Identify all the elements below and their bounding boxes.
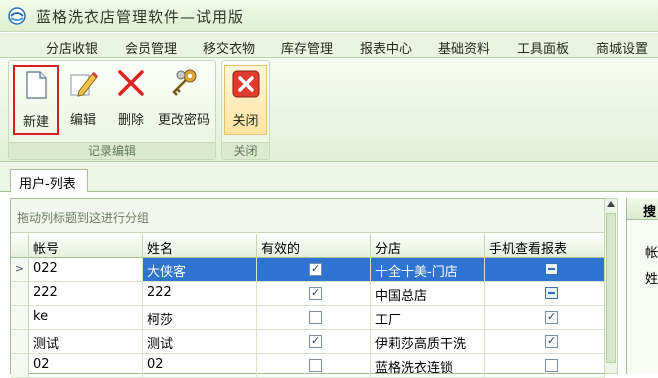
new-document-icon	[26, 71, 47, 99]
cell-valid[interactable]	[257, 330, 371, 353]
change-password-button[interactable]: 更改密码	[155, 65, 213, 135]
column-header-valid[interactable]: 有效的	[257, 234, 371, 258]
record-edit-group-label: 记录编辑	[9, 142, 215, 159]
menu-inventory-management[interactable]: 库存管理	[281, 38, 333, 57]
cell-account[interactable]: 02	[29, 354, 143, 377]
keys-icon	[172, 69, 197, 96]
window-title: 蓝格洗衣店管理软件—试用版	[36, 8, 245, 26]
scroll-thumb[interactable]	[606, 213, 616, 363]
row-indicator	[11, 306, 29, 329]
scroll-up-arrow-icon[interactable]	[607, 201, 615, 207]
cell-name[interactable]: 02	[143, 354, 257, 377]
cell-phone-report[interactable]	[485, 258, 605, 281]
cell-phone-report[interactable]	[485, 330, 605, 353]
menu-tools-panel[interactable]: 工具面板	[517, 38, 569, 57]
cell-branch[interactable]: 蓝格洗衣连锁	[371, 354, 485, 377]
search-account-label: 帐	[645, 246, 658, 261]
cell-valid[interactable]	[257, 282, 371, 305]
menu-bar: 分店收银 会员管理 移交衣物 库存管理 报表中心 基础资料 工具面板 商城设置	[0, 33, 658, 58]
group-by-area[interactable]: 拖动列标题到这进行分组	[11, 199, 605, 233]
change-password-button-label: 更改密码	[157, 113, 210, 128]
search-name-label: 姓	[645, 272, 658, 287]
menu-basic-data[interactable]: 基础资料	[438, 38, 490, 57]
row-indicator	[11, 354, 29, 377]
delete-x-icon	[118, 70, 144, 96]
cell-branch[interactable]: 工厂	[371, 306, 485, 329]
title-bar: 蓝格洗衣店管理软件—试用版	[0, 0, 658, 32]
app-logo-icon	[8, 7, 26, 25]
cell-valid[interactable]	[257, 354, 371, 377]
close-button[interactable]: 关闭	[224, 65, 267, 135]
header-indicator-cell	[11, 234, 29, 258]
row-indicator: >	[11, 258, 29, 281]
row-indicator	[11, 330, 29, 353]
delete-button[interactable]: 删除	[109, 65, 153, 135]
edit-pencil-icon	[70, 71, 99, 97]
close-icon	[232, 70, 259, 98]
valid-checkbox[interactable]	[309, 262, 322, 276]
search-panel-header: 搜	[627, 198, 658, 220]
cell-name[interactable]: 222	[143, 282, 257, 305]
cell-valid[interactable]	[257, 306, 371, 329]
edit-button[interactable]: 编辑	[61, 65, 105, 135]
cell-branch[interactable]: 伊莉莎高质干洗	[371, 330, 485, 353]
column-header-account[interactable]: 帐号	[29, 234, 143, 258]
new-button[interactable]: 新建	[13, 65, 59, 135]
row-indicator	[11, 282, 29, 305]
cell-phone-report[interactable]	[485, 354, 605, 377]
cell-phone-report[interactable]	[485, 306, 605, 329]
user-grid-panel: 拖动列标题到这进行分组 帐号 姓名 有效的 分店 手机查看报表 > 022 大侠…	[10, 198, 606, 378]
phone-report-icon[interactable]	[545, 287, 558, 299]
valid-checkbox[interactable]	[309, 311, 322, 324]
phone-report-icon[interactable]	[545, 263, 558, 275]
phone-report-checkbox[interactable]	[545, 359, 558, 372]
cell-branch[interactable]: 十全十美-门店	[371, 258, 485, 281]
close-group: 关闭 关闭	[221, 60, 270, 160]
table-row[interactable]: 02 02 蓝格洗衣连锁	[11, 354, 605, 378]
document-tab-strip: 用户-列表	[0, 162, 658, 193]
valid-checkbox[interactable]	[309, 359, 322, 372]
cell-account[interactable]: ke	[29, 306, 143, 329]
new-button-label: 新建	[22, 115, 49, 130]
edit-button-label: 编辑	[69, 113, 96, 128]
menu-branch-cashier[interactable]: 分店收银	[46, 38, 98, 57]
menu-mall-settings[interactable]: 商城设置	[596, 38, 648, 57]
table-row[interactable]: > 022 大侠客 十全十美-门店	[11, 258, 605, 282]
record-edit-group: 新建 编辑 删除 更改密码 记录编辑	[8, 60, 216, 160]
close-group-label: 关闭	[222, 142, 269, 159]
cell-name[interactable]: 测试	[143, 330, 257, 353]
delete-button-label: 删除	[117, 113, 144, 128]
menu-report-center[interactable]: 报表中心	[360, 38, 412, 57]
menu-transfer-clothes[interactable]: 移交衣物	[203, 38, 255, 57]
tab-user-list[interactable]: 用户-列表	[10, 169, 88, 193]
search-panel: 搜 帐 姓	[626, 198, 658, 374]
table-row[interactable]: 222 222 中国总店	[11, 282, 605, 306]
valid-checkbox[interactable]	[309, 286, 322, 300]
grid-header: 帐号 姓名 有效的 分店 手机查看报表	[11, 234, 605, 258]
table-row[interactable]: ke 柯莎 工厂	[11, 306, 605, 330]
cell-phone-report[interactable]	[485, 282, 605, 305]
column-header-phone-report[interactable]: 手机查看报表	[485, 234, 605, 258]
cell-account[interactable]: 222	[29, 282, 143, 305]
column-header-name[interactable]: 姓名	[143, 234, 257, 258]
phone-report-checkbox[interactable]	[545, 310, 558, 324]
main-content: 拖动列标题到这进行分组 帐号 姓名 有效的 分店 手机查看报表 > 022 大侠…	[0, 192, 658, 378]
table-row[interactable]: 测试 测试 伊莉莎高质干洗	[11, 330, 605, 354]
close-button-label: 关闭	[232, 114, 259, 129]
column-header-branch[interactable]: 分店	[371, 234, 485, 258]
ribbon: 新建 编辑 删除 更改密码 记录编辑 关闭 关闭	[0, 58, 658, 162]
grid-vertical-scrollbar[interactable]	[604, 198, 618, 374]
cell-account[interactable]: 测试	[29, 330, 143, 353]
cell-name[interactable]: 柯莎	[143, 306, 257, 329]
cell-name[interactable]: 大侠客	[143, 258, 257, 281]
menu-member-management[interactable]: 会员管理	[125, 38, 177, 57]
valid-checkbox[interactable]	[309, 334, 322, 348]
cell-account[interactable]: 022	[29, 258, 143, 281]
phone-report-checkbox[interactable]	[545, 334, 558, 348]
cell-valid[interactable]	[257, 258, 371, 281]
cell-branch[interactable]: 中国总店	[371, 282, 485, 305]
